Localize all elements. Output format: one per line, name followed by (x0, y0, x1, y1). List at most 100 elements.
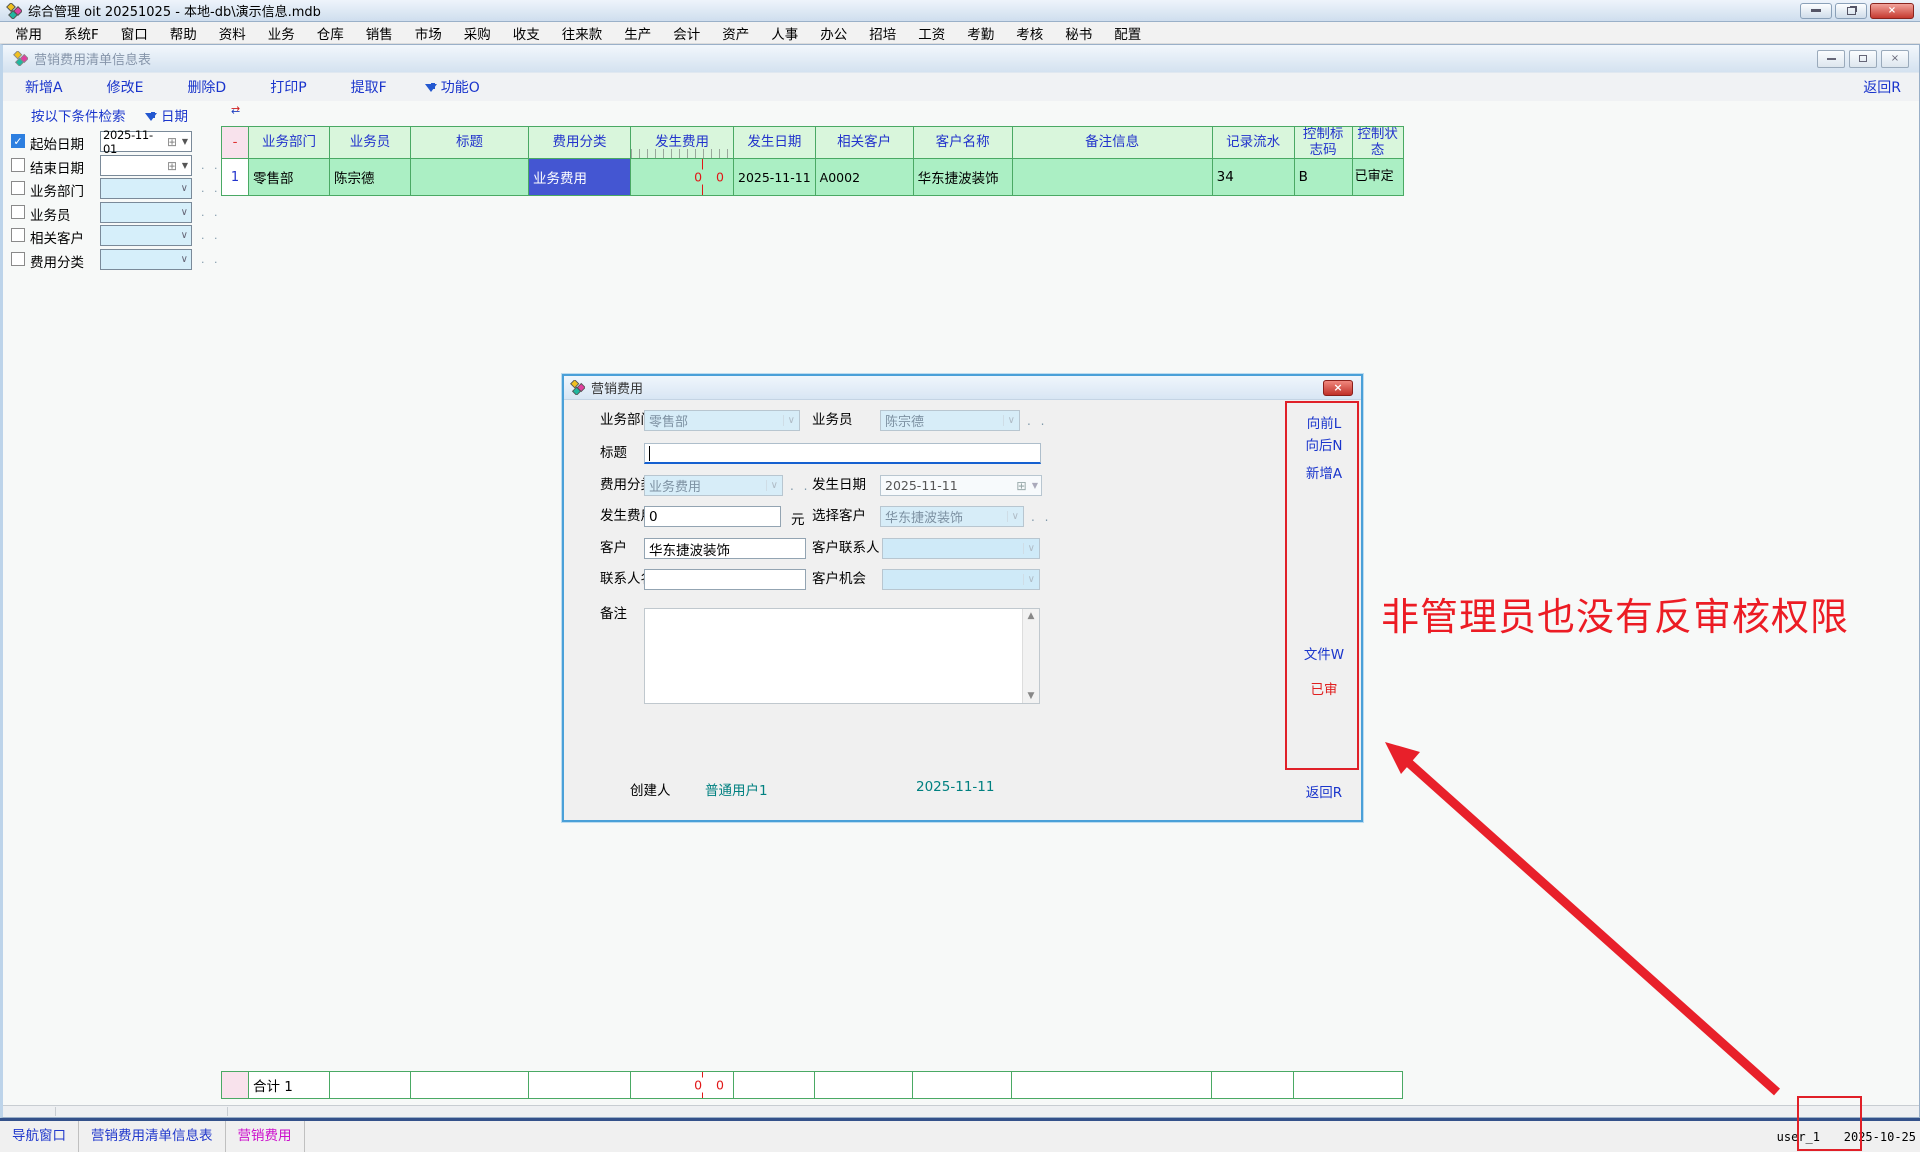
cell-customer-code[interactable]: A0002 (815, 159, 913, 196)
header-person[interactable]: 业务员 (330, 127, 411, 159)
department-checkbox[interactable] (11, 181, 25, 195)
row-number[interactable]: 1 (222, 159, 249, 196)
menu-item[interactable]: 采购 (453, 23, 502, 43)
header-category[interactable]: 费用分类 (529, 127, 631, 159)
salesperson-checkbox[interactable] (11, 205, 25, 219)
taskbar-expense-dialog[interactable]: 营销费用 (226, 1121, 305, 1152)
header-customer-code[interactable]: 相关客户 (815, 127, 913, 159)
cell-date[interactable]: 2025-11-11 (734, 159, 816, 196)
end-date-input[interactable]: ⊞ ▼ (100, 155, 192, 176)
menu-item[interactable]: 资料 (208, 23, 257, 43)
menu-item[interactable]: 仓库 (306, 23, 355, 43)
cell-status[interactable]: 已审定 (1352, 159, 1403, 196)
header-flag[interactable]: 控制标志码 (1294, 127, 1352, 159)
opportunity-combo[interactable]: ∨ (882, 569, 1040, 590)
cell-customer-name[interactable]: 华东捷波装饰 (913, 159, 1012, 196)
menu-item[interactable]: 人事 (760, 23, 809, 43)
print-button[interactable]: 打印P (270, 77, 306, 97)
taskbar-nav-window[interactable]: 导航窗口 (0, 1121, 79, 1152)
header-title[interactable]: 标题 (411, 127, 529, 159)
header-date[interactable]: 发生日期 (734, 127, 816, 159)
start-date-input[interactable]: 2025-11-01 ⊞ ▼ (100, 131, 192, 152)
cell-title[interactable] (411, 159, 529, 196)
menu-item[interactable]: 收支 (502, 23, 551, 43)
menu-item[interactable]: 窗口 (110, 23, 159, 43)
function-button[interactable]: 功能O (431, 77, 480, 97)
note-textarea[interactable] (645, 609, 1039, 703)
lookup-dots[interactable]: . . (201, 229, 221, 242)
end-date-checkbox[interactable] (11, 158, 25, 172)
lookup-dots[interactable]: . . (1027, 414, 1047, 428)
salesperson-select[interactable]: ∨ (100, 202, 192, 223)
cell-amount[interactable]: 0 0 (631, 159, 734, 196)
menu-item[interactable]: 招培 (858, 23, 907, 43)
search-by-conditions-link[interactable]: 按以下条件检索 (31, 105, 126, 125)
menu-item[interactable]: 工资 (907, 23, 956, 43)
customer-input[interactable] (644, 538, 806, 559)
menu-item[interactable]: 资产 (711, 23, 760, 43)
contact-combo[interactable]: ∨ (882, 538, 1040, 559)
header-dept[interactable]: 业务部门 (249, 127, 330, 159)
lookup-dots[interactable]: . . (201, 159, 221, 172)
table-row[interactable]: 1 零售部 陈宗德 业务费用 0 0 2025-11-11 A0002 华东捷波… (222, 159, 1404, 196)
cell-serial[interactable]: 34 (1212, 159, 1294, 196)
header-amount[interactable]: 发生费用 (631, 127, 734, 159)
header-note[interactable]: 备注信息 (1012, 127, 1212, 159)
lookup-dots[interactable]: . . (201, 206, 221, 219)
scrollbar[interactable]: ▲ ▼ (1022, 609, 1039, 703)
category-checkbox[interactable] (11, 252, 25, 266)
scroll-down-icon[interactable]: ▼ (1028, 691, 1035, 701)
edit-button[interactable]: 修改E (107, 77, 144, 97)
header-status[interactable]: 控制状态 (1352, 127, 1403, 159)
menu-item[interactable]: 考勤 (956, 23, 1005, 43)
menu-item[interactable]: 生产 (613, 23, 662, 43)
menu-item[interactable]: 秘书 (1054, 23, 1103, 43)
menu-item[interactable]: 市场 (404, 23, 453, 43)
lookup-dots[interactable]: . . (201, 182, 221, 195)
new-button[interactable]: 新增A (25, 77, 63, 97)
lookup-dots[interactable]: . . (790, 479, 810, 493)
menu-item[interactable]: 考核 (1005, 23, 1054, 43)
menu-item[interactable]: 会计 (662, 23, 711, 43)
extract-button[interactable]: 提取F (351, 77, 387, 97)
taskbar-list-window[interactable]: 营销费用清单信息表 (79, 1121, 226, 1152)
menu-item[interactable]: 常用 (4, 23, 53, 43)
dialog-close-button[interactable]: × (1323, 380, 1353, 396)
customer-select[interactable]: ∨ (100, 225, 192, 246)
delete-button[interactable]: 删除D (187, 77, 226, 97)
amount-input[interactable] (644, 506, 781, 527)
return-button[interactable]: 返回R (1863, 77, 1901, 97)
menu-item[interactable]: 销售 (355, 23, 404, 43)
scroll-up-icon[interactable]: ▲ (1028, 611, 1035, 621)
header-serial[interactable]: 记录流水 (1212, 127, 1294, 159)
category-select[interactable]: ∨ (100, 249, 192, 270)
cell-category-selected[interactable]: 业务费用 (529, 159, 631, 196)
cell-flag[interactable]: B (1294, 159, 1352, 196)
cell-note[interactable] (1012, 159, 1212, 196)
menu-item[interactable]: 帮助 (159, 23, 208, 43)
contact-name-input[interactable] (644, 569, 806, 590)
dialog-return-button[interactable]: 返回R (1285, 781, 1363, 801)
mdi-close-button[interactable]: × (1881, 50, 1909, 68)
customer-checkbox[interactable] (11, 228, 25, 242)
close-button[interactable]: × (1870, 3, 1914, 19)
menu-item[interactable]: 业务 (257, 23, 306, 43)
cell-dept[interactable]: 零售部 (249, 159, 330, 196)
department-select[interactable]: ∨ (100, 178, 192, 199)
menu-item[interactable]: 配置 (1103, 23, 1152, 43)
lookup-dots[interactable]: . . (201, 253, 221, 266)
title-input[interactable] (644, 443, 1041, 464)
minimize-button[interactable] (1800, 3, 1832, 19)
column-swap-icon[interactable]: → ← (231, 105, 249, 121)
menu-item[interactable]: 办公 (809, 23, 858, 43)
lookup-dots[interactable]: . . (1031, 510, 1051, 524)
menu-item[interactable]: 系统F (53, 23, 110, 43)
menu-item[interactable]: 往来款 (551, 23, 614, 43)
cell-person[interactable]: 陈宗德 (330, 159, 411, 196)
mdi-maximize-button[interactable] (1849, 50, 1877, 68)
header-minus[interactable]: - (222, 127, 249, 159)
mdi-minimize-button[interactable] (1817, 50, 1845, 68)
restore-button[interactable] (1835, 3, 1867, 19)
header-customer-name[interactable]: 客户名称 (913, 127, 1012, 159)
start-date-checkbox[interactable]: ✓ (11, 134, 25, 148)
